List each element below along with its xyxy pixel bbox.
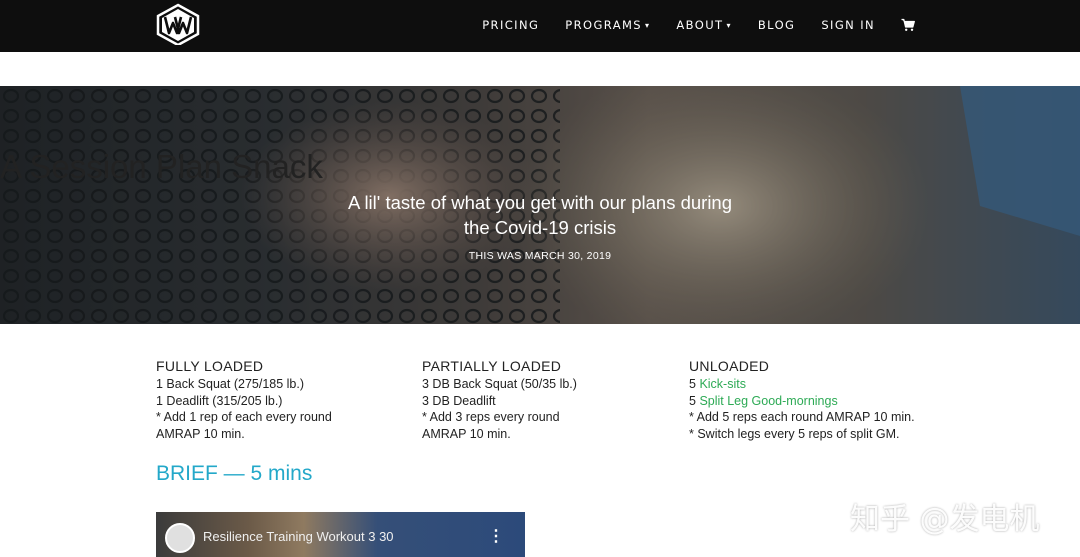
plan-column-fully-loaded: FULLY LOADED 1 Back Squat (275/185 lb.) …: [156, 358, 416, 442]
hero-title: A Session Plan Snack: [0, 148, 323, 185]
plan-line: 1 Deadlift (315/205 lb.): [156, 393, 283, 408]
kick-sits-link[interactable]: Kick-sits: [699, 377, 746, 391]
nav-sign-in[interactable]: SIGN IN: [821, 18, 875, 32]
hero-banner: A Session Plan Snack A lil' taste of wha…: [0, 86, 1080, 324]
chevron-down-icon: ▾: [644, 20, 651, 30]
plan-column-unloaded: UNLOADED 5 Kick-sits 5 Split Leg Good-mo…: [689, 358, 949, 442]
channel-avatar[interactable]: [165, 523, 195, 553]
plan-line: 3 DB Back Squat (50/35 lb.): [422, 377, 577, 391]
plan-line: * Add 5 reps each round AMRAP 10 min.: [689, 410, 915, 425]
plan-column-partially-loaded: PARTIALLY LOADED 3 DB Back Squat (50/35 …: [422, 358, 682, 442]
chevron-down-icon: ▾: [726, 20, 732, 30]
nav-about[interactable]: ABOUT ▾: [676, 18, 731, 32]
plan-line: * Add 1 rep of each every round: [156, 410, 332, 425]
nav-programs[interactable]: PROGRAMS ▾: [565, 18, 650, 32]
plan-line: 1 Back Squat (275/185 lb.): [156, 377, 305, 391]
more-options-icon[interactable]: ⋮: [488, 526, 504, 546]
video-title[interactable]: Resilience Training Workout 3 30: [203, 529, 394, 544]
plan-line: * Add 3 reps every round: [422, 410, 560, 425]
nav-blog[interactable]: BLOG: [758, 18, 795, 32]
column-title: FULLY LOADED: [156, 358, 264, 374]
plan-line: 5 Kick-sits: [689, 377, 746, 391]
plan-line: 3 DB Deadlift: [422, 393, 496, 408]
hero-subtitle: A lil' taste of what you get with our pl…: [347, 192, 733, 238]
video-embed[interactable]: Resilience Training Workout 3 30 ⋮: [156, 512, 525, 557]
nav-links: PRICING PROGRAMS ▾ ABOUT ▾ BLOG SIGN IN: [482, 0, 915, 50]
brief-heading: BRIEF — 5 mins: [156, 462, 313, 485]
plan-line: AMRAP 10 min.: [422, 426, 511, 441]
column-title: UNLOADED: [689, 358, 770, 374]
plan-line: AMRAP 10 min.: [156, 426, 245, 441]
plan-line: * Switch legs every 5 reps of split GM.: [689, 426, 900, 441]
plan-line: 5 Split Leg Good-mornings: [689, 393, 838, 408]
split-leg-good-mornings-link[interactable]: Split Leg Good-mornings: [699, 394, 837, 408]
ww-logo[interactable]: [155, 3, 201, 45]
nav-pricing[interactable]: PRICING: [482, 18, 539, 32]
top-navbar: PRICING PROGRAMS ▾ ABOUT ▾ BLOG SIGN IN: [0, 0, 1080, 52]
hero-date: THIS WAS MARCH 30, 2019: [468, 250, 612, 262]
watermark: 知乎 @发电机: [850, 502, 1040, 537]
shopping-cart-icon[interactable]: [901, 18, 915, 32]
column-title: PARTIALLY LOADED: [422, 358, 562, 374]
